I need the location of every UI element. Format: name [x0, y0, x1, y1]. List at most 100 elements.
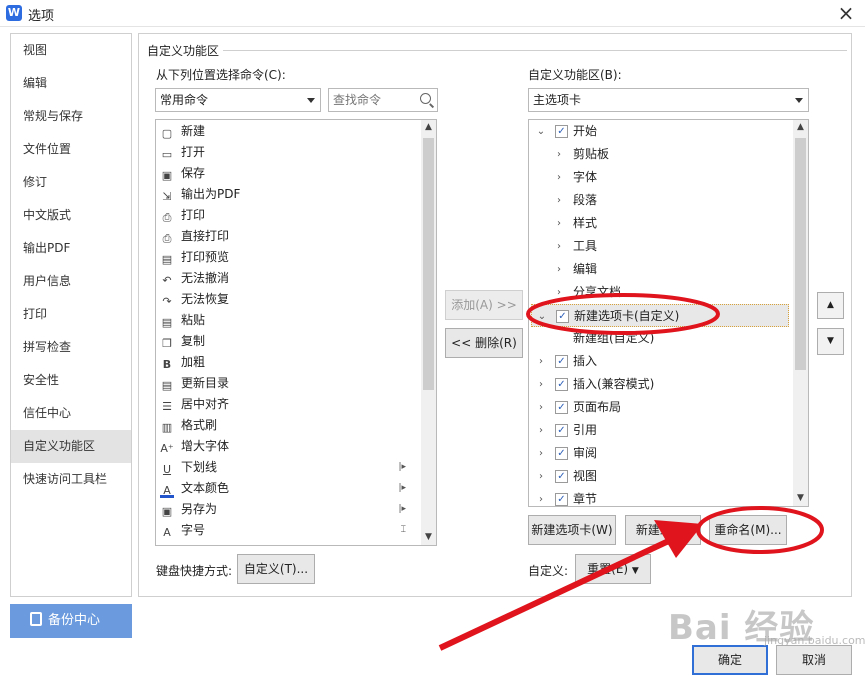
sidebar-item[interactable]: 信任中心	[11, 397, 131, 430]
tree-checkbox[interactable]: ✓	[555, 401, 568, 414]
new-tab-button[interactable]: 新建选项卡(W)	[528, 515, 616, 545]
command-item[interactable]: B 加粗	[160, 352, 410, 373]
move-up-button[interactable]: ▲	[817, 292, 844, 319]
tree-node[interactable]: › ✓ 引用	[531, 419, 789, 442]
command-item[interactable]: ▣ 保存	[160, 163, 410, 184]
ribbon-tabs-select[interactable]: 主选项卡	[528, 88, 809, 112]
sidebar-item[interactable]: 修订	[11, 166, 131, 199]
close-icon[interactable]: ×	[833, 1, 859, 25]
chevron-right-icon[interactable]: ›	[536, 465, 546, 488]
tree-node[interactable]: › ✓ 视图	[531, 465, 789, 488]
command-search-input[interactable]	[333, 93, 413, 107]
tree-node[interactable]: 新建组(自定义)	[531, 327, 789, 350]
move-down-button[interactable]: ▼	[817, 328, 844, 355]
tree-checkbox[interactable]: ✓	[555, 378, 568, 391]
chevron-right-icon[interactable]: ›	[554, 235, 564, 258]
command-item[interactable]: ⎙ 直接打印	[160, 226, 410, 247]
chevron-down-icon[interactable]: ⌄	[537, 305, 547, 328]
sidebar-item[interactable]: 视图	[11, 34, 131, 67]
scroll-thumb[interactable]	[795, 138, 806, 370]
chevron-right-icon[interactable]: ›	[554, 281, 564, 304]
sidebar-item[interactable]: 拼写检查	[11, 331, 131, 364]
tree-checkbox[interactable]: ✓	[555, 355, 568, 368]
command-item[interactable]: ▢ 新建	[160, 121, 410, 142]
command-item[interactable]: ▤ 粘贴	[160, 310, 410, 331]
chevron-right-icon[interactable]: ›	[536, 373, 546, 396]
tree-checkbox[interactable]: ✓	[556, 310, 569, 323]
command-item[interactable]: ↶ 无法撤消	[160, 268, 410, 289]
scroll-up-icon[interactable]: ▲	[793, 120, 808, 135]
sidebar-item[interactable]: 输出PDF	[11, 232, 131, 265]
command-item[interactable]: ⎙ 打印	[160, 205, 410, 226]
sidebar-item[interactable]: 快速访问工具栏	[11, 463, 131, 496]
command-item[interactable]: A 字号 ⌶	[160, 520, 410, 541]
command-item[interactable]: ▣ 另存为 |▸	[160, 499, 410, 520]
scroll-down-icon[interactable]: ▼	[793, 491, 808, 506]
chevron-right-icon[interactable]: ›	[536, 350, 546, 373]
customize-shortcut-button[interactable]: 自定义(T)...	[237, 554, 315, 584]
sidebar-item[interactable]: 打印	[11, 298, 131, 331]
tree-node[interactable]: › 样式	[531, 212, 789, 235]
command-item[interactable]: A⁺ 增大字体	[160, 436, 410, 457]
remove-button[interactable]: << 删除(R)	[445, 328, 523, 358]
command-item[interactable]: ▭ 打开	[160, 142, 410, 163]
rename-button[interactable]: 重命名(M)...	[709, 515, 787, 545]
command-item[interactable]: ▥ 格式刷	[160, 415, 410, 436]
chevron-right-icon[interactable]: ›	[554, 143, 564, 166]
command-item[interactable]: ❐ 复制	[160, 331, 410, 352]
chevron-right-icon[interactable]: ›	[536, 396, 546, 419]
tree-node[interactable]: › ✓ 页面布局	[531, 396, 789, 419]
chevron-right-icon[interactable]: ›	[536, 419, 546, 442]
command-source-select[interactable]: 常用命令	[155, 88, 321, 112]
tree-node[interactable]: ⌄ ✓ 新建选项卡(自定义)	[531, 304, 789, 327]
command-search-field[interactable]	[328, 88, 438, 112]
command-item[interactable]: A 文本颜色 |▸	[160, 478, 410, 499]
ribbon-tree-scrollbar[interactable]: ▲ ▼	[793, 120, 808, 506]
tree-node[interactable]: › 段落	[531, 189, 789, 212]
sidebar-item[interactable]: 用户信息	[11, 265, 131, 298]
tree-checkbox[interactable]: ✓	[555, 493, 568, 506]
command-item[interactable]: ▤ 更新目录	[160, 373, 410, 394]
sidebar-item[interactable]: 常规与保存	[11, 100, 131, 133]
command-list[interactable]: ▲ ▼ ▢ 新建 ▭ 打开 ▣ 保存 ⇲ 输出为PDF ⎙ 打印 ⎙ 直接打印 ▤ 打印预览 ↶ 无法撤消 ↷ 无…	[155, 119, 437, 546]
tree-checkbox[interactable]: ✓	[555, 447, 568, 460]
tree-node[interactable]: › ✓ 审阅	[531, 442, 789, 465]
new-group-button[interactable]: 新建组(N)	[625, 515, 701, 545]
tree-node[interactable]: › 字体	[531, 166, 789, 189]
tree-checkbox[interactable]: ✓	[555, 424, 568, 437]
chevron-right-icon[interactable]: ›	[554, 258, 564, 281]
tree-checkbox[interactable]: ✓	[555, 470, 568, 483]
chevron-right-icon[interactable]: ›	[554, 166, 564, 189]
tree-node[interactable]: › 编辑	[531, 258, 789, 281]
sidebar-item[interactable]: 安全性	[11, 364, 131, 397]
add-button[interactable]: 添加(A) >>	[445, 290, 523, 320]
tree-node[interactable]: › ✓ 章节	[531, 488, 789, 506]
sidebar-item[interactable]: 编辑	[11, 67, 131, 100]
command-item[interactable]: ⇲ 输出为PDF	[160, 184, 410, 205]
chevron-right-icon[interactable]: ›	[536, 488, 546, 506]
sidebar-item[interactable]: 中文版式	[11, 199, 131, 232]
scroll-up-icon[interactable]: ▲	[421, 120, 436, 135]
tree-node[interactable]: › ✓ 插入(兼容模式)	[531, 373, 789, 396]
tree-node[interactable]: › 剪贴板	[531, 143, 789, 166]
chevron-down-icon[interactable]: ⌄	[536, 120, 546, 143]
command-item[interactable]: ▤ 打印预览	[160, 247, 410, 268]
command-list-scrollbar[interactable]: ▲ ▼	[421, 120, 436, 545]
tree-node[interactable]: › 分享文档	[531, 281, 789, 304]
backup-center-button[interactable]: 备份中心	[10, 604, 132, 638]
command-item[interactable]: ☰ 居中对齐	[160, 394, 410, 415]
tree-node[interactable]: ⌄ ✓ 开始	[531, 120, 789, 143]
sidebar-item[interactable]: 文件位置	[11, 133, 131, 166]
tree-node[interactable]: › ✓ 插入	[531, 350, 789, 373]
scroll-thumb[interactable]	[423, 138, 434, 390]
chevron-right-icon[interactable]: ›	[554, 189, 564, 212]
command-item[interactable]: ↷ 无法恢复	[160, 289, 410, 310]
scroll-down-icon[interactable]: ▼	[421, 530, 436, 545]
tree-node[interactable]: › 工具	[531, 235, 789, 258]
chevron-right-icon[interactable]: ›	[554, 212, 564, 235]
chevron-right-icon[interactable]: ›	[536, 442, 546, 465]
tree-checkbox[interactable]: ✓	[555, 125, 568, 138]
sidebar-item[interactable]: 自定义功能区	[11, 430, 131, 463]
reset-button[interactable]: 重置(E) ▼	[575, 554, 651, 584]
command-item[interactable]: U 下划线 |▸	[160, 457, 410, 478]
